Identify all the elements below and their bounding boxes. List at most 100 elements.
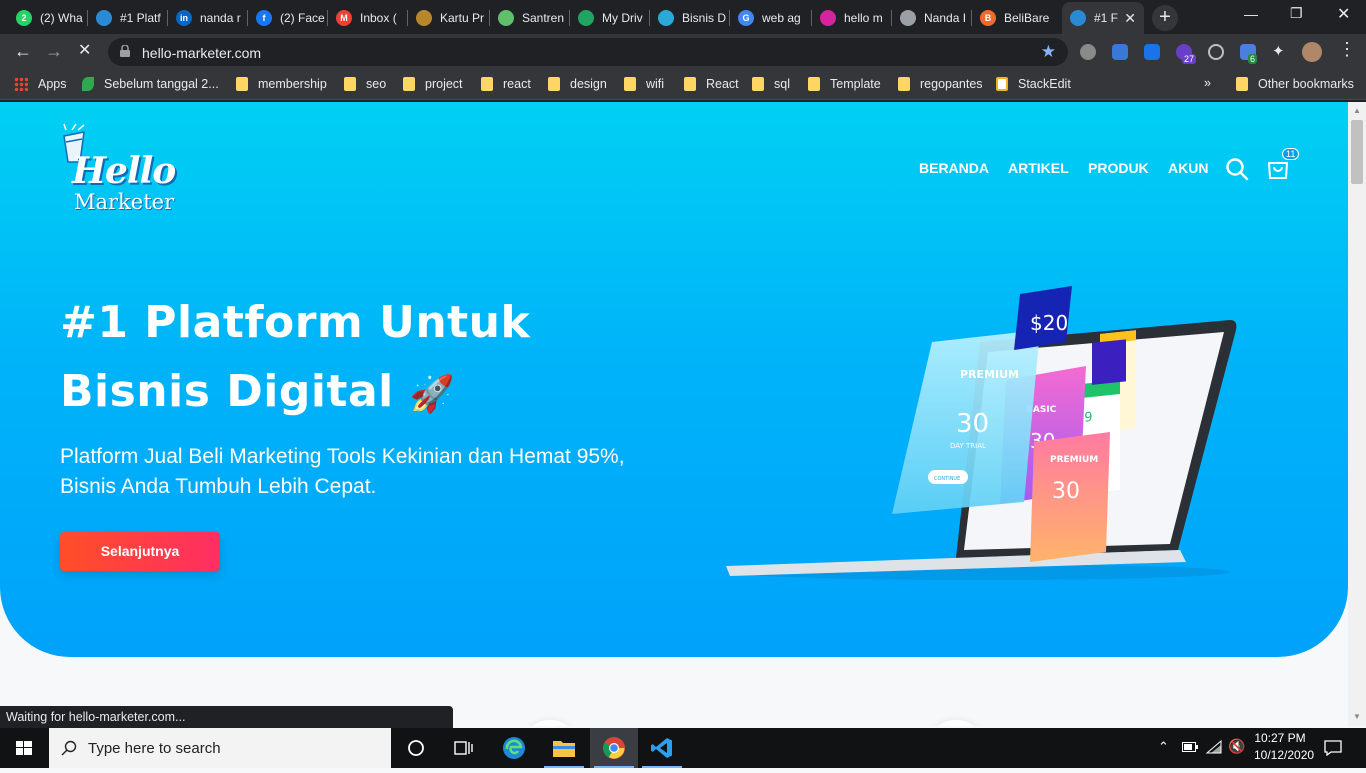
tab-favicon-icon	[416, 10, 432, 26]
taskbar-search-box[interactable]: Type here to search	[49, 728, 391, 768]
tab-title: (2) Wha	[40, 11, 83, 25]
battery-icon[interactable]	[1182, 742, 1198, 752]
stop-button[interactable]: ✕	[78, 42, 91, 60]
browser-tab[interactable]: Bisnis D	[650, 4, 728, 32]
bookmark-item[interactable]: membership	[236, 77, 327, 91]
speaker-muted-icon[interactable]: 🔇	[1228, 738, 1245, 755]
browser-tab[interactable]: B BeliBare	[972, 4, 1058, 32]
clock-button[interactable]: 10:27 PM 10/12/2020	[1254, 731, 1314, 762]
hero-title: #1 Platform Untuk Bisnis Digital 🚀	[60, 288, 660, 429]
browser-tab[interactable]: Kartu Pr	[408, 4, 488, 32]
extension-icon-3[interactable]	[1144, 44, 1160, 60]
tab-favicon-icon	[578, 10, 594, 26]
vscode-taskbar-button[interactable]	[638, 728, 686, 768]
wifi-icon[interactable]	[1206, 740, 1222, 754]
browser-tab[interactable]: M Inbox (	[328, 4, 406, 32]
hero-title-line-2-text: Bisnis Digital	[60, 366, 394, 417]
minimize-button[interactable]: —	[1244, 6, 1258, 22]
taskbar-search-placeholder: Type here to search	[88, 740, 221, 757]
bookmark-item[interactable]: project	[403, 77, 463, 91]
forward-button[interactable]: →	[45, 42, 63, 60]
browser-tab[interactable]: Nanda I	[892, 4, 970, 32]
folder-icon	[553, 741, 575, 757]
bookmark-label: StackEdit	[1018, 77, 1071, 91]
extension-icon-5[interactable]	[1208, 44, 1224, 60]
show-hidden-icons-chevron[interactable]: ⌃	[1158, 739, 1169, 755]
bookmark-item[interactable]: react	[481, 77, 531, 91]
extension-icon-1[interactable]	[1080, 44, 1096, 60]
notifications-icon[interactable]	[1324, 740, 1342, 756]
orange-card-label: PREMIUM	[1050, 455, 1098, 465]
page-scrollbar[interactable]: ▲ ▼	[1348, 102, 1366, 726]
new-tab-button[interactable]: +	[1152, 5, 1178, 31]
file-explorer-taskbar-button[interactable]	[540, 728, 588, 768]
bookmark-label: membership	[258, 77, 327, 91]
folder-icon	[1236, 77, 1248, 91]
browser-tab[interactable]: #1 Platf	[88, 4, 166, 32]
scroll-down-arrow[interactable]: ▼	[1353, 712, 1361, 721]
scrollbar-thumb[interactable]	[1351, 120, 1363, 184]
bookmark-item[interactable]: React	[684, 77, 739, 91]
tab-title: My Driv	[602, 11, 643, 25]
close-window-button[interactable]: ✕	[1337, 4, 1350, 24]
bookmark-item[interactable]: seo	[344, 77, 386, 91]
leaf-icon	[82, 77, 94, 91]
bookmark-item[interactable]: design	[548, 77, 607, 91]
menu-kebab-icon[interactable]: ⋮	[1338, 40, 1356, 58]
nav-akun[interactable]: AKUN	[1168, 160, 1208, 176]
back-button[interactable]: ←	[14, 42, 32, 60]
chrome-taskbar-button[interactable]	[590, 728, 638, 768]
other-bookmarks-folder[interactable]: Other bookmarks	[1236, 77, 1354, 91]
nav-beranda[interactable]: BERANDA	[919, 160, 989, 176]
cortana-circle-icon	[408, 740, 424, 756]
bookmark-label: Sebelum tanggal 2...	[104, 77, 219, 91]
cortana-button[interactable]	[392, 728, 440, 768]
task-view-icon	[454, 741, 473, 755]
bookmark-item[interactable]: regopantes	[898, 77, 983, 91]
site-logo[interactable]: Hello Marketer	[58, 114, 198, 214]
tab-favicon-icon: in	[176, 10, 192, 26]
scroll-up-arrow[interactable]: ▲	[1353, 106, 1361, 115]
search-icon	[61, 740, 77, 756]
task-view-button[interactable]	[440, 728, 488, 768]
browser-toolbar: ← → ✕ hello-marketer.com ★ 27 6 ✦ ⋮	[0, 34, 1366, 70]
logo-hello-text: Hello	[72, 150, 176, 192]
tab-close-icon[interactable]: ✕	[1124, 10, 1136, 27]
nav-produk[interactable]: PRODUK	[1088, 160, 1149, 176]
hero-subtitle-line-2: Bisnis Anda Tumbuh Lebih Cepat.	[60, 475, 377, 498]
extensions-puzzle-icon[interactable]: ✦	[1272, 42, 1288, 60]
bookmark-star-icon[interactable]: ★	[1041, 42, 1056, 62]
browser-tab[interactable]: f (2) Face	[248, 4, 326, 32]
browser-tab[interactable]: Gweb ag	[730, 4, 810, 32]
maximize-button[interactable]: ❐	[1290, 5, 1303, 22]
logo-marketer-text: Marketer	[74, 190, 175, 214]
bookmark-item[interactable]: wifi	[624, 77, 664, 91]
bookmark-item[interactable]: sql	[752, 77, 790, 91]
browser-tab[interactable]: hello m	[812, 4, 890, 32]
start-button[interactable]	[0, 728, 48, 768]
browser-tab[interactable]: in nanda r	[168, 4, 246, 32]
browser-tab[interactable]: My Driv	[570, 4, 648, 32]
bookmarks-overflow-button[interactable]: »	[1204, 76, 1211, 90]
tab-favicon-icon: 2	[16, 10, 32, 26]
browser-tab[interactable]: Santren	[490, 4, 568, 32]
tab-favicon-icon: M	[336, 10, 352, 26]
search-icon[interactable]	[1225, 157, 1249, 181]
address-bar[interactable]: hello-marketer.com ★	[108, 38, 1068, 66]
bookmark-item[interactable]: StackEdit	[996, 77, 1071, 91]
nav-artikel[interactable]: ARTIKEL	[1008, 160, 1069, 176]
bookmark-label: regopantes	[920, 77, 983, 91]
bookmark-item[interactable]: Template	[808, 77, 881, 91]
bookmark-item[interactable]: Sebelum tanggal 2...	[82, 77, 219, 91]
other-bookmarks-label: Other bookmarks	[1258, 77, 1354, 91]
edge-taskbar-button[interactable]	[490, 728, 538, 768]
bookmark-item[interactable]: Apps	[14, 77, 67, 91]
profile-avatar[interactable]	[1302, 42, 1322, 62]
browser-tab[interactable]: #1 F ✕	[1062, 2, 1144, 34]
bookmarks-bar: Apps Sebelum tanggal 2... membership seo pro…	[0, 70, 1366, 100]
extension-icon-2[interactable]	[1112, 44, 1128, 60]
bookmark-label: seo	[366, 77, 387, 91]
tab-title: Kartu Pr	[440, 11, 485, 25]
browser-tab[interactable]: 2 (2) Wha	[8, 4, 86, 32]
cta-button[interactable]: Selanjutnya	[60, 532, 220, 571]
